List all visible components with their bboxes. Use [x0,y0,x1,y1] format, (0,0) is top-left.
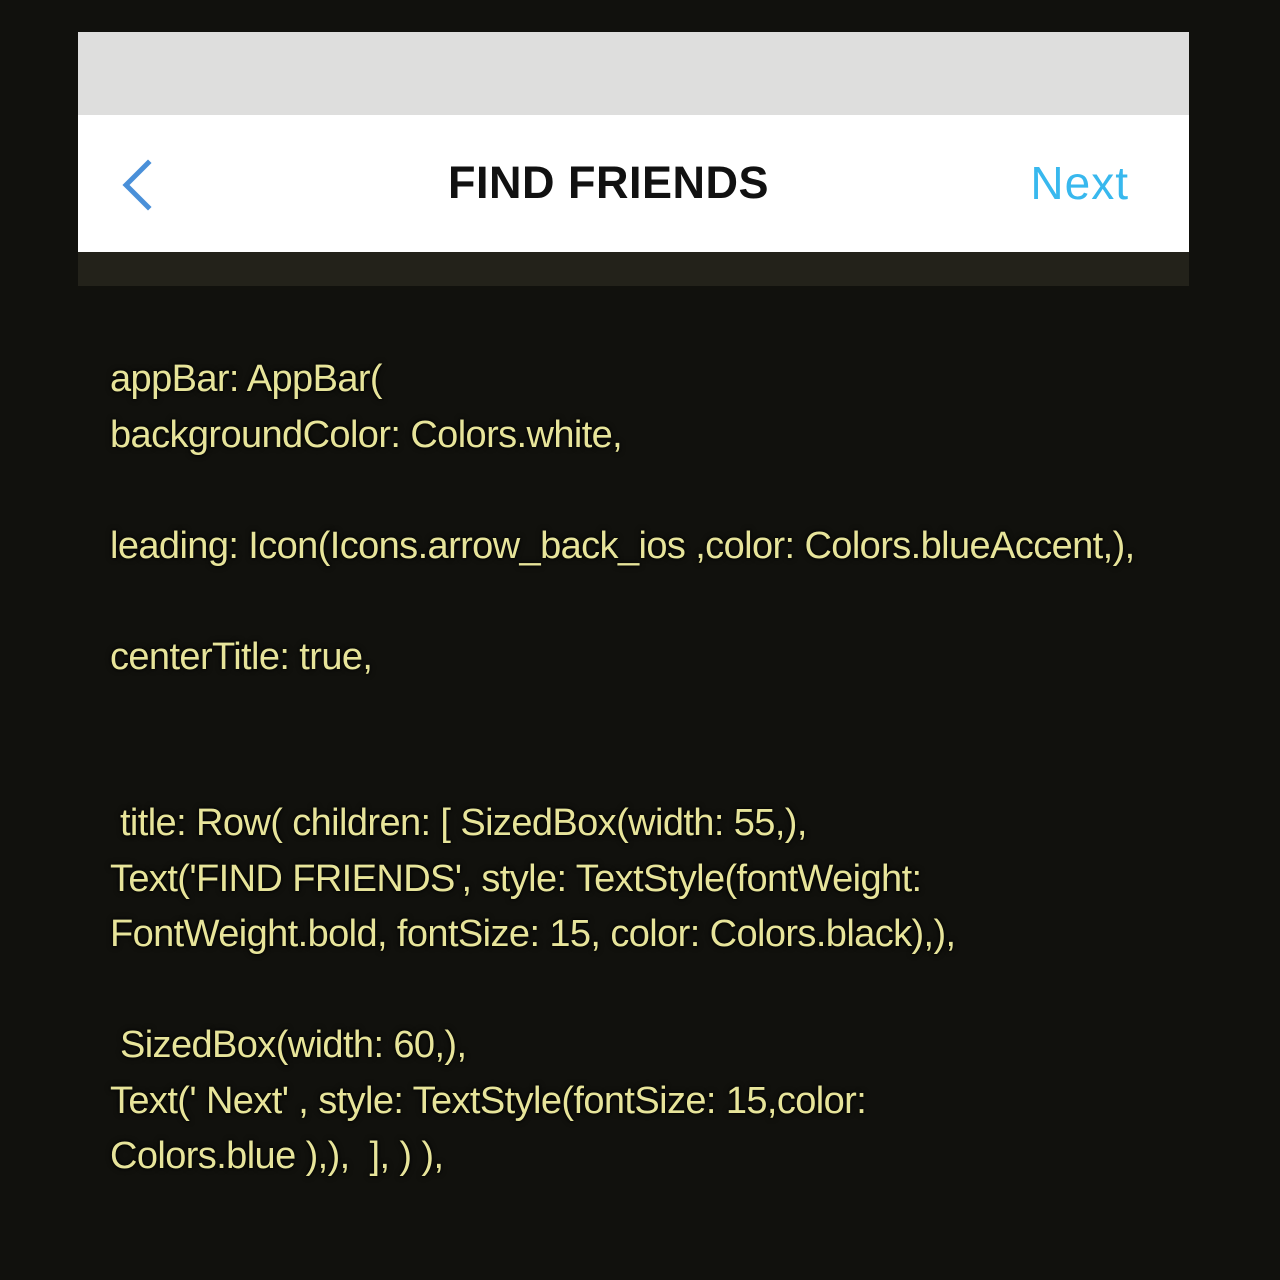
code-line: appBar: AppBar( [110,358,383,400]
page: FIND FRIENDS Next appBar: AppBar( backgr… [0,0,1280,1280]
status-bar [78,32,1189,115]
code-line: Colors.blue ),), ], ) ), [110,1135,444,1177]
code-snippet: appBar: AppBar( backgroundColor: Colors.… [110,352,1270,1185]
app-screenshot: FIND FRIENDS Next [78,32,1189,286]
code-line: centerTitle: true, [110,635,373,678]
page-title: FIND FRIENDS [448,157,769,208]
app-bar: FIND FRIENDS Next [78,115,1189,252]
code-line: FontWeight.bold, fontSize: 15, color: Co… [110,913,956,955]
code-line: Text(' Next' , style: TextStyle(fontSize… [110,1079,867,1122]
code-line: title: Row( children: [ SizedBox(width: … [110,802,807,844]
code-line: Text('FIND FRIENDS', style: TextStyle(fo… [110,857,922,900]
code-line: SizedBox(width: 60,), [110,1024,467,1066]
app-bar-shadow [78,252,1189,286]
code-line: backgroundColor: Colors.white, [110,413,623,456]
code-line: leading: Icon(Icons.arrow_back_ios ,colo… [110,524,1135,567]
next-button[interactable]: Next [1030,155,1129,211]
